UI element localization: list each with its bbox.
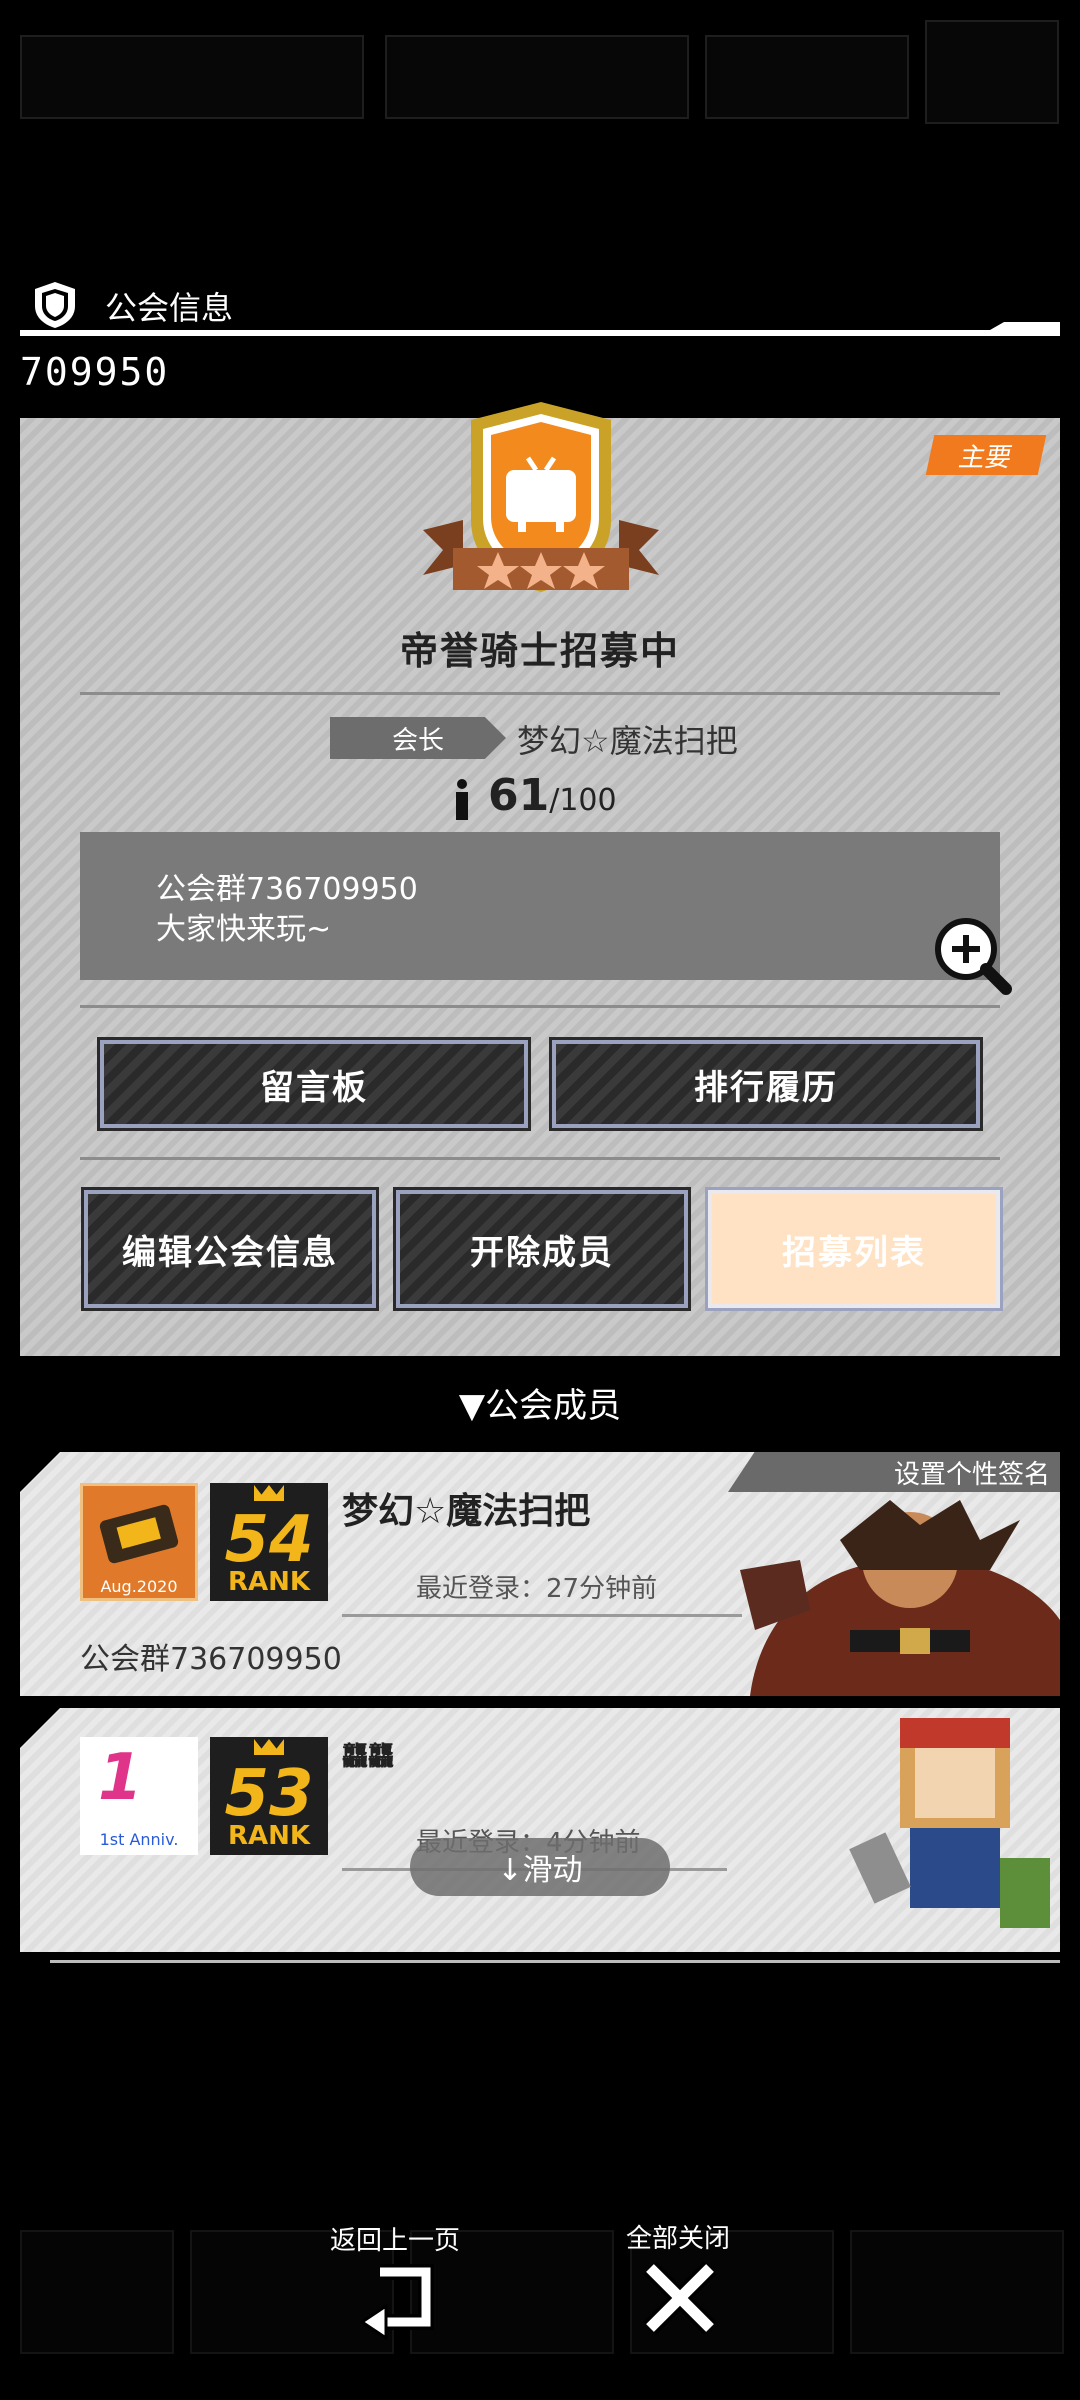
character-portrait bbox=[840, 1708, 1060, 1952]
rank-badge: 54 RANK bbox=[210, 1483, 328, 1601]
rank-label: RANK bbox=[227, 1821, 311, 1851]
member-max: /100 bbox=[549, 783, 617, 818]
anniversary-badge: 1 1st Anniv. bbox=[80, 1737, 198, 1855]
ranking-history-button[interactable]: 排行履历 bbox=[549, 1037, 983, 1131]
divider bbox=[80, 1005, 1000, 1008]
close-all-label: 全部关闭 bbox=[626, 2224, 731, 2254]
background-hud bbox=[0, 0, 1080, 130]
close-x-icon[interactable] bbox=[640, 2258, 720, 2338]
main-guild-tag-label: 主要 bbox=[956, 442, 1015, 473]
recruit-title: 帝誉骑士招募中 bbox=[399, 629, 680, 673]
rank-number: 53 bbox=[224, 1757, 314, 1831]
character-portrait bbox=[660, 1500, 1060, 1696]
description-line-2: 大家快来玩~ bbox=[156, 912, 332, 947]
set-signature-button[interactable]: 设置个性签名 bbox=[728, 1452, 1060, 1492]
leader-label: 会长 bbox=[391, 725, 444, 756]
anniversary-numeral: 1 bbox=[98, 1741, 143, 1815]
section-divider bbox=[20, 330, 1060, 336]
background-menu bbox=[0, 2190, 1080, 2400]
recruit-list-button[interactable]: 招募列表 bbox=[705, 1187, 1003, 1311]
guild-description: 公会群736709950 大家快来玩~ bbox=[80, 832, 1000, 980]
member-count: 61/100 bbox=[488, 770, 617, 821]
badge-label: Aug.2020 bbox=[100, 1577, 178, 1596]
zoom-in-icon[interactable] bbox=[932, 915, 1012, 995]
main-guild-tag: 主要 bbox=[925, 435, 1047, 475]
section-title: 公会信息 bbox=[105, 289, 234, 327]
shield-icon bbox=[32, 280, 78, 330]
badge-label: 1st Anniv. bbox=[99, 1830, 179, 1849]
remove-member-button[interactable]: 开除成员 bbox=[393, 1187, 691, 1311]
edit-guild-info-button[interactable]: 编辑公会信息 bbox=[81, 1187, 379, 1311]
rank-label: RANK bbox=[227, 1567, 311, 1597]
last-login: 最近登录：27分钟前 bbox=[416, 1574, 658, 1604]
rank-number: 54 bbox=[224, 1503, 314, 1577]
back-arrow-icon[interactable] bbox=[359, 2260, 440, 2341]
divider bbox=[80, 692, 1000, 695]
back-label: 返回上一页 bbox=[330, 2226, 461, 2256]
members-header: ▼公会成员 bbox=[458, 1386, 622, 1426]
guild-emblem bbox=[418, 400, 664, 610]
divider bbox=[342, 1614, 742, 1617]
leader-name: 梦幻☆魔法扫把 bbox=[517, 722, 738, 760]
list-end-divider bbox=[50, 1960, 1060, 1963]
crown-icon bbox=[254, 1739, 284, 1755]
event-badge: Aug.2020 bbox=[80, 1483, 198, 1601]
swipe-hint: ↓滑动 bbox=[410, 1838, 670, 1896]
person-icon bbox=[452, 778, 472, 820]
member-name: 龘龘 bbox=[342, 1742, 395, 1772]
set-signature-label: 设置个性签名 bbox=[893, 1459, 1050, 1490]
description-line-1: 公会群736709950 bbox=[156, 872, 418, 907]
member-name: 梦幻☆魔法扫把 bbox=[342, 1491, 591, 1532]
guild-id: 709950 bbox=[20, 350, 170, 394]
leader-tag: 会长 bbox=[330, 717, 506, 759]
message-board-button[interactable]: 留言板 bbox=[97, 1037, 531, 1131]
crown-icon bbox=[254, 1485, 284, 1501]
member-signature: 公会群736709950 bbox=[80, 1642, 342, 1677]
rank-badge: 53 RANK bbox=[210, 1737, 328, 1855]
divider bbox=[80, 1157, 1000, 1160]
member-count-value: 61 bbox=[488, 770, 550, 821]
